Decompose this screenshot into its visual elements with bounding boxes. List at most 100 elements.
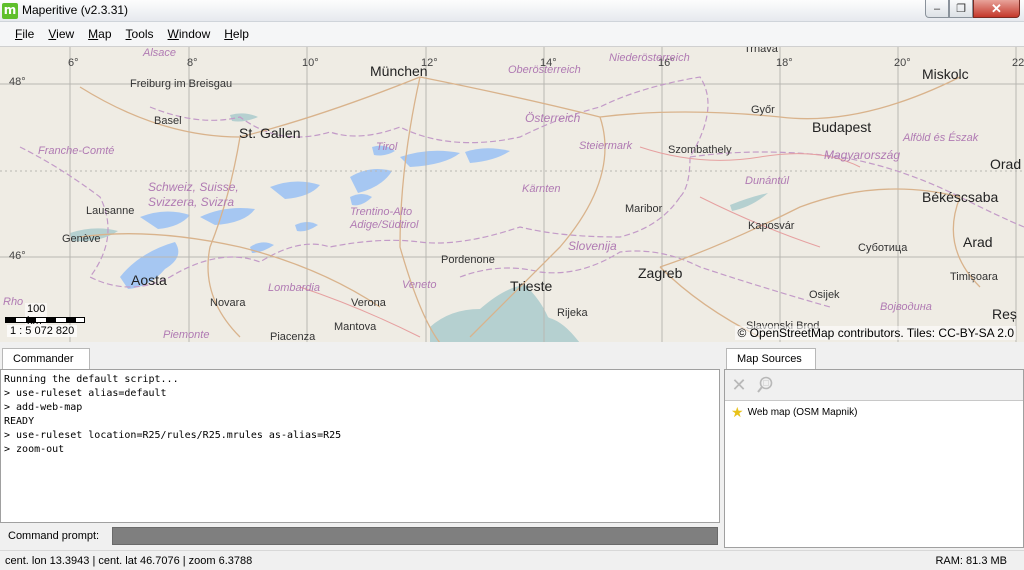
map-label-osijek: Osijek <box>809 289 840 301</box>
map-label-freiburg: Freiburg im Breisgau <box>130 78 233 90</box>
map-sources-list: ★ Web map (OSM Mapnik) <box>725 400 1023 547</box>
map-sources-panel: ✕ ★ Web map (OSM Mapnik) <box>724 369 1024 548</box>
restore-icon: ❐ <box>956 3 966 15</box>
map-label-bekescsaba: Békéscsaba <box>922 189 999 205</box>
map-label-aosta: Aosta <box>131 272 167 288</box>
title-bar: m Maperitive (v2.3.31) – ❐ ✕ <box>0 0 1024 22</box>
map-label-mantova: Mantova <box>334 321 377 333</box>
map-label-oberoesterreich: Oberösterreich <box>508 64 581 76</box>
source-label: Web map (OSM Mapnik) <box>747 406 858 418</box>
menu-window[interactable]: Window <box>161 22 218 46</box>
console-line: > zoom-out <box>4 444 65 455</box>
longitude-tick: 22 <box>1012 57 1024 69</box>
map-label-kaposvar: Kaposvár <box>748 220 795 232</box>
map-label-st-gallen: St. Gallen <box>239 125 301 141</box>
map-label-gyor: Győr <box>751 104 775 116</box>
map-label-lausanne: Lausanne <box>86 205 135 217</box>
list-item[interactable]: ★ Web map (OSM Mapnik) <box>725 401 1023 423</box>
map-label-geneve: Genève <box>62 233 101 245</box>
menu-bar: File View Map Tools Window Help <box>0 22 1024 46</box>
longitude-tick: 6° <box>68 57 79 69</box>
map-label-arad: Arad <box>963 234 993 250</box>
status-bar: cent. lon 13.3943 | cent. lat 46.7076 | … <box>0 550 1024 570</box>
minimize-icon: – <box>933 2 941 15</box>
close-icon: ✕ <box>991 0 1002 16</box>
map-label-veneto: Veneto <box>402 279 437 291</box>
remove-source-button[interactable]: ✕ <box>729 375 749 395</box>
map-label-timisoara: Timișoara <box>950 271 998 283</box>
map-label-tirol: Tirol <box>376 141 398 153</box>
tab-map-sources[interactable]: Map Sources <box>726 348 816 369</box>
maperitive-window: m Maperitive (v2.3.31) – ❐ ✕ File View M… <box>0 0 1024 570</box>
map-attribution: © OpenStreetMap contributors. Tiles: CC-… <box>735 326 1016 340</box>
map-view[interactable]: 6° 8° 10° 12° 14° 16° 18° 20° 22 48° 46°… <box>0 46 1024 342</box>
map-label-oesterreich: Österreich <box>525 111 581 125</box>
console-line: READY <box>4 416 35 427</box>
console-line: > use-ruleset alias=default <box>4 388 167 399</box>
map-label-kaernten: Kärnten <box>522 183 561 195</box>
map-label-trentino: Trentino-Alto Adige/Südtirol <box>350 206 419 231</box>
command-prompt-row: Command prompt: <box>0 524 722 548</box>
tab-commander[interactable]: Commander <box>2 348 90 369</box>
commander-console[interactable]: Running the default script... > use-rules… <box>0 369 720 523</box>
map-sources-toolbar: ✕ <box>725 370 1023 400</box>
menu-view[interactable]: View <box>41 22 81 46</box>
map-label-niederoesterreich: Niederösterreich <box>609 52 690 64</box>
menu-map[interactable]: Map <box>81 22 118 46</box>
map-label-rijeka: Rijeka <box>557 307 588 319</box>
map-label-lombardia: Lombardia <box>268 282 320 294</box>
map-label-slovenija: Slovenija <box>568 239 617 253</box>
star-icon: ★ <box>731 404 744 420</box>
map-label-orad: Orad <box>990 156 1022 172</box>
map-label-verona: Verona <box>351 297 386 309</box>
map-label-trieste: Trieste <box>510 278 553 294</box>
longitude-tick: 18° <box>776 57 793 69</box>
map-label-zagreb: Zagreb <box>638 265 683 281</box>
map-label-piacenza: Piacenza <box>270 331 316 343</box>
maximize-button[interactable]: ❐ <box>949 0 973 18</box>
scale-ratio: 1 : 5 072 820 <box>7 325 78 337</box>
map-label-trnava: Trnava <box>744 46 778 55</box>
window-controls: – ❐ ✕ <box>925 0 1020 19</box>
map-label-steiermark: Steiermark <box>579 140 633 152</box>
latitude-tick: 48° <box>9 76 26 88</box>
map-label-novara: Novara <box>210 297 246 309</box>
menu-tools[interactable]: Tools <box>119 22 161 46</box>
map-label-magyarorszag: Magyarország <box>824 148 901 162</box>
longitude-tick: 8° <box>187 57 198 69</box>
menu-help[interactable]: Help <box>217 22 256 46</box>
map-label-dunantul: Dunántúl <box>745 175 790 187</box>
menu-file[interactable]: File <box>8 22 41 46</box>
close-button[interactable]: ✕ <box>973 0 1020 18</box>
console-line: Running the default script... <box>4 374 179 385</box>
window-title: Maperitive (v2.3.31) <box>22 3 129 17</box>
delete-icon: ✕ <box>731 374 747 395</box>
scale-bar <box>5 317 85 323</box>
map-label-franche-comte: Franche-Comté <box>38 145 115 157</box>
console-line: > use-ruleset location=R25/rules/R25.mru… <box>4 430 342 441</box>
command-prompt-label: Command prompt: <box>8 530 100 542</box>
zoom-extent-icon <box>757 376 773 393</box>
longitude-tick: 20° <box>894 57 911 69</box>
map-label-rho: Rho <box>3 296 24 308</box>
map-label-vojvodina: Војводина <box>880 301 932 313</box>
status-position: cent. lon 13.3943 | cent. lat 46.7076 | … <box>5 554 253 567</box>
map-label-muenchen: München <box>370 63 428 79</box>
map-label-schweiz: Schweiz, Suisse, Svizzera, Svizra <box>148 180 239 209</box>
status-ram: RAM: 81.3 MB <box>935 554 1007 567</box>
map-label-alsace: Alsace <box>143 47 177 59</box>
map-label-miskolc: Miskolc <box>922 66 969 82</box>
map-label-basel: Basel <box>154 115 182 127</box>
zoom-to-source-button[interactable] <box>755 375 775 395</box>
map-label-szombathely: Szombathely <box>668 144 732 156</box>
longitude-tick: 10° <box>302 57 319 69</box>
map-label-res: Reș <box>992 306 1017 322</box>
map-label-piemonte: Piemonte <box>163 329 210 341</box>
minimize-button[interactable]: – <box>925 0 949 18</box>
map-label-budapest: Budapest <box>812 119 872 135</box>
map-label-maribor: Maribor <box>625 203 663 215</box>
map-label-alfold: Alföld és Észak <box>903 132 979 144</box>
command-prompt-input[interactable] <box>112 527 718 545</box>
map-label-subotica: Суботица <box>858 242 908 254</box>
latitude-tick: 46° <box>9 250 26 262</box>
